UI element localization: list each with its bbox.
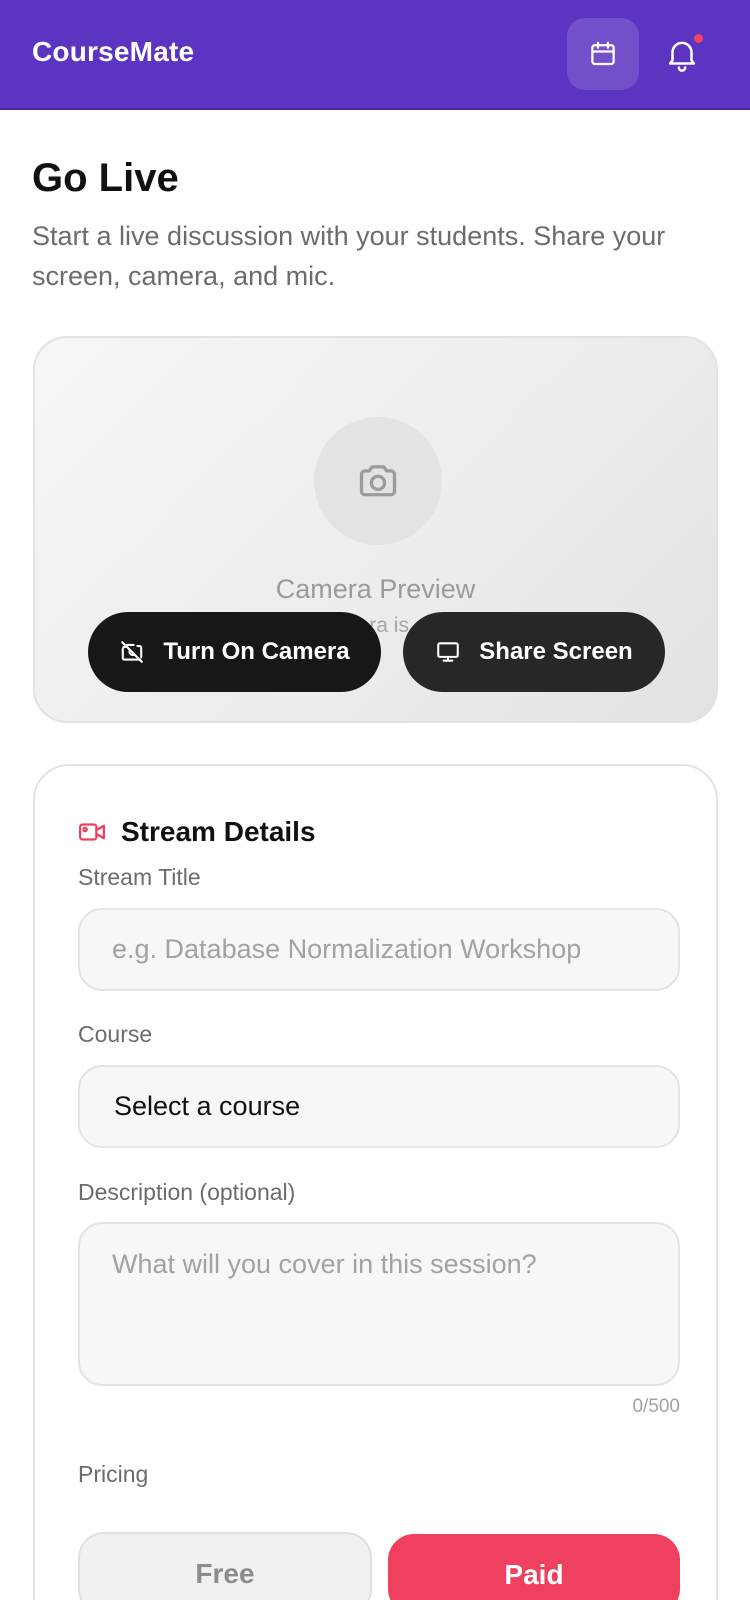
app-header: CourseMate [0, 0, 750, 110]
page-subtitle: Start a live discussion with your studen… [32, 221, 666, 291]
stream-title-label: Stream Title [78, 864, 201, 890]
description-textarea[interactable] [78, 1222, 680, 1386]
course-select[interactable]: Select a course [78, 1065, 680, 1148]
description-char-counter: 0/500 [632, 1396, 680, 1417]
pricing-label: Pricing [78, 1461, 149, 1487]
camera-preview-title: Camera Preview [275, 574, 476, 604]
course-label: Course [78, 1021, 153, 1047]
turn-on-camera-button[interactable]: Turn On Camera [88, 612, 381, 692]
description-label: Description (optional) [78, 1179, 296, 1205]
pricing-free-option[interactable]: Free [78, 1532, 372, 1600]
calendar-button[interactable] [567, 18, 639, 90]
calendar-icon [591, 41, 615, 66]
share-screen-button[interactable]: Share Screen [403, 612, 665, 692]
camera-placeholder [314, 417, 442, 545]
app-logo-text[interactable]: CourseMate [32, 36, 194, 68]
video-camera-icon [79, 823, 105, 841]
camera-preview: Camera Preview Camera is off Turn On Cam… [33, 336, 718, 723]
monitor-icon [437, 642, 460, 662]
stream-details-title: Stream Details [121, 816, 316, 847]
camera-icon [359, 465, 397, 497]
notification-badge [694, 34, 703, 43]
turn-on-camera-label: Turn On Camera [163, 638, 350, 665]
stream-title-input[interactable] [78, 908, 680, 991]
notifications-button[interactable] [646, 18, 718, 90]
stream-details-header: Stream Details [77, 816, 316, 848]
page-title: Go Live [32, 156, 179, 200]
course-select-value: Select a course [114, 1091, 301, 1121]
stream-details-card: Stream Details Stream Title Course Selec… [33, 764, 718, 1600]
share-screen-label: Share Screen [479, 638, 633, 665]
pricing-paid-option[interactable]: Paid [388, 1534, 680, 1600]
camera-off-icon [121, 641, 144, 663]
